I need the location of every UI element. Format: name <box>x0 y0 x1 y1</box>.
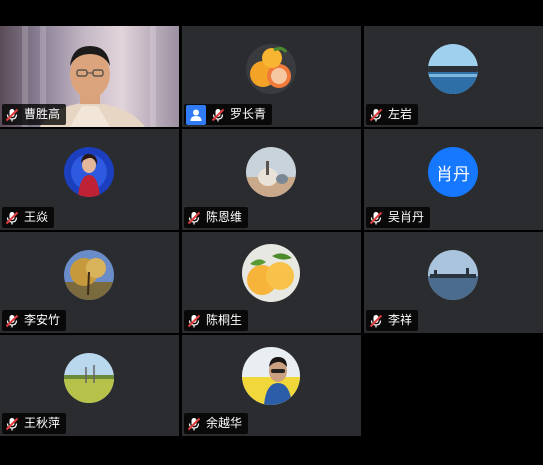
avatar <box>64 353 114 403</box>
mic-muted-icon[interactable] <box>4 313 20 329</box>
nameplate: 余越华 <box>184 413 249 434</box>
participant-tile[interactable]: 余越华 <box>182 335 361 436</box>
nameplate: 罗长青 <box>184 104 273 125</box>
nameplate: 陈桐生 <box>184 310 249 331</box>
avatar-initials: 肖丹 <box>436 164 470 185</box>
mic-muted-icon[interactable] <box>368 313 384 329</box>
participant-name: 陈恩维 <box>206 210 243 224</box>
person-icon <box>186 104 206 125</box>
video-grid: 曹胜高 罗长青 左岩 王焱 陈恩维 肖丹 吴肖丹 李安竹 陈桐生 李祥 王秋萍 … <box>0 26 543 438</box>
participant-tile[interactable]: 李安竹 <box>0 232 179 333</box>
participant-tile[interactable]: 罗长青 <box>182 26 361 127</box>
mic-muted-icon[interactable] <box>186 210 202 226</box>
participant-name: 余越华 <box>206 416 243 430</box>
avatar <box>246 44 296 94</box>
mic-muted-icon[interactable] <box>4 416 20 432</box>
avatar <box>428 250 478 300</box>
avatar <box>246 147 296 197</box>
mic-muted-icon[interactable] <box>4 210 20 226</box>
participant-name: 曹胜高 <box>24 107 61 121</box>
participant-tile[interactable]: 陈恩维 <box>182 129 361 230</box>
nameplate: 曹胜高 <box>2 104 67 125</box>
participant-name: 左岩 <box>388 107 413 121</box>
participant-tile[interactable]: 肖丹 吴肖丹 <box>364 129 543 230</box>
avatar <box>242 244 300 302</box>
nameplate: 王焱 <box>2 207 55 228</box>
mic-muted-icon[interactable] <box>368 210 384 226</box>
nameplate: 左岩 <box>366 104 419 125</box>
participant-tile[interactable]: 左岩 <box>364 26 543 127</box>
participant-name: 吴肖丹 <box>388 210 425 224</box>
avatar <box>428 44 478 94</box>
participant-name: 陈桐生 <box>206 313 243 327</box>
participant-name: 李祥 <box>388 313 413 327</box>
avatar <box>242 347 300 405</box>
participant-name: 王焱 <box>24 210 49 224</box>
nameplate: 李安竹 <box>2 310 67 331</box>
mic-muted-icon[interactable] <box>4 107 20 123</box>
participant-tile[interactable]: 王秋萍 <box>0 335 179 436</box>
avatar <box>64 250 114 300</box>
mic-muted-icon[interactable] <box>210 107 226 123</box>
participant-tile[interactable]: 王焱 <box>0 129 179 230</box>
participant-tile[interactable]: 李祥 <box>364 232 543 333</box>
avatar <box>64 147 114 197</box>
nameplate: 吴肖丹 <box>366 207 431 228</box>
participant-tile[interactable]: 陈桐生 <box>182 232 361 333</box>
participant-name: 王秋萍 <box>24 416 61 430</box>
participant-name: 罗长青 <box>230 107 267 121</box>
nameplate: 王秋萍 <box>2 413 67 434</box>
mic-muted-icon[interactable] <box>368 107 384 123</box>
mic-muted-icon[interactable] <box>186 416 202 432</box>
nameplate: 李祥 <box>366 310 419 331</box>
nameplate: 陈恩维 <box>184 207 249 228</box>
participant-name: 李安竹 <box>24 313 61 327</box>
mic-muted-icon[interactable] <box>186 313 202 329</box>
avatar: 肖丹 <box>428 147 478 197</box>
participant-tile[interactable]: 曹胜高 <box>0 26 179 127</box>
